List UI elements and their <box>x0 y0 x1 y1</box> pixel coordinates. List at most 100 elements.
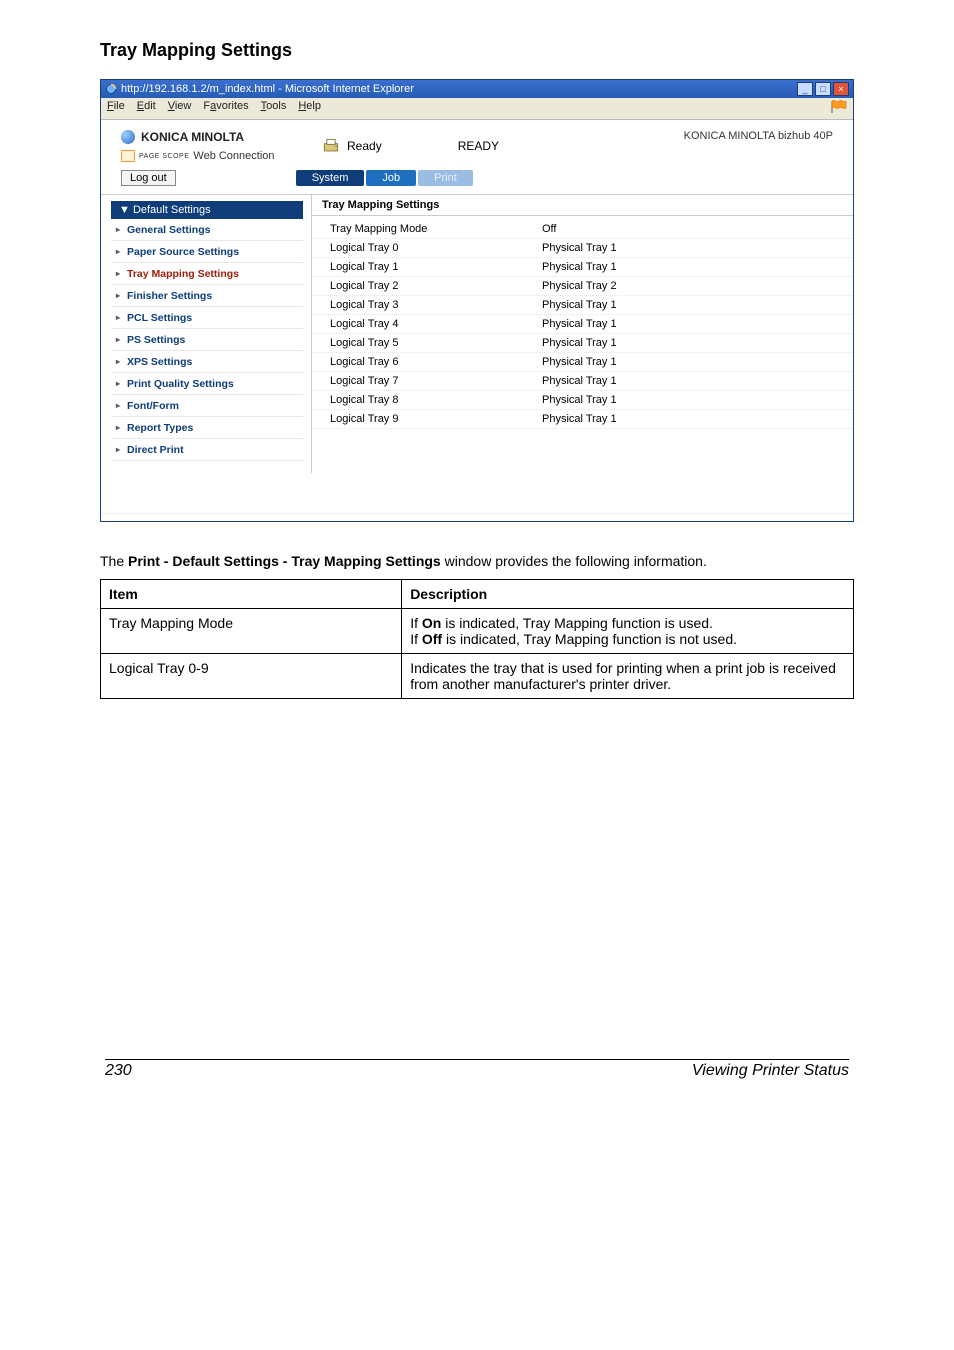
browser-menubar: File Edit View Favorites Tools Help <box>101 98 853 120</box>
text: is indicated, Tray Mapping function is n… <box>442 631 737 647</box>
menu-tools[interactable]: Tools <box>261 100 287 117</box>
brand: KONICA MINOLTA <box>121 130 321 144</box>
row-val: Physical Tray 1 <box>542 242 853 254</box>
row-val: Physical Tray 1 <box>542 318 853 330</box>
section-heading: Tray Mapping Settings <box>100 40 854 61</box>
menu-favorites[interactable]: Favorites <box>203 100 248 117</box>
row-val: Physical Tray 1 <box>542 394 853 406</box>
menu-edit[interactable]: Edit <box>137 100 156 117</box>
menu-view[interactable]: View <box>168 100 192 117</box>
blurb-bold: Print - Default Settings - Tray Mapping … <box>128 553 441 569</box>
row-key: Logical Tray 9 <box>312 413 542 425</box>
pagescope-icon <box>121 150 135 162</box>
tab-system[interactable]: System <box>296 170 365 186</box>
table-row: Logical Tray 7Physical Tray 1 <box>312 372 853 391</box>
row-key: Logical Tray 3 <box>312 299 542 311</box>
globe-icon <box>121 130 135 144</box>
sidebar-item-paper-source-settings[interactable]: Paper Source Settings <box>111 241 303 263</box>
table-row: Logical Tray 0Physical Tray 1 <box>312 239 853 258</box>
row-key: Logical Tray 4 <box>312 318 542 330</box>
sidebar-item-xps-settings[interactable]: XPS Settings <box>111 351 303 373</box>
page-footer: 230 Viewing Printer Status <box>105 1059 849 1080</box>
info-item: Tray Mapping Mode <box>101 608 402 653</box>
row-key: Logical Tray 1 <box>312 261 542 273</box>
table-row: Logical Tray 8Physical Tray 1 <box>312 391 853 410</box>
text: If <box>410 631 422 647</box>
menu-file[interactable]: File <box>107 100 125 117</box>
window-minimize-button[interactable]: _ <box>797 82 813 96</box>
table-row: Logical Tray 3Physical Tray 1 <box>312 296 853 315</box>
tab-job[interactable]: Job <box>366 170 416 186</box>
row-val: Physical Tray 2 <box>542 280 853 292</box>
pagescope-text: Web Connection <box>193 150 274 162</box>
status-icon-label: Ready <box>347 139 382 153</box>
sidebar-item-report-types[interactable]: Report Types <box>111 417 303 439</box>
info-desc: If On is indicated, Tray Mapping functio… <box>402 608 854 653</box>
sidebar-item-print-quality-settings[interactable]: Print Quality Settings <box>111 373 303 395</box>
printer-icon <box>321 134 341 158</box>
sidebar-item-finisher-settings[interactable]: Finisher Settings <box>111 285 303 307</box>
menu-help[interactable]: Help <box>298 100 321 117</box>
row-val: Physical Tray 1 <box>542 375 853 387</box>
page-number: 230 <box>105 1062 132 1080</box>
row-val: Physical Tray 1 <box>542 299 853 311</box>
sidebar-item-font-form[interactable]: Font/Form <box>111 395 303 417</box>
info-table: Item Description Tray Mapping Mode If On… <box>100 579 854 699</box>
printer-status: Ready READY <box>321 130 499 162</box>
row-val: Physical Tray 1 <box>542 337 853 349</box>
row-key: Logical Tray 0 <box>312 242 542 254</box>
brand-label: KONICA MINOLTA <box>141 130 244 144</box>
info-desc: Indicates the tray that is used for prin… <box>402 653 854 698</box>
row-val: Physical Tray 1 <box>542 356 853 368</box>
main-tabs: System Job Print <box>296 170 473 186</box>
table-row: Logical Tray 0-9 Indicates the tray that… <box>101 653 854 698</box>
row-val: Off <box>542 223 853 235</box>
blurb-post: window provides the following informatio… <box>441 553 707 569</box>
sidebar-item-direct-print[interactable]: Direct Print <box>111 439 303 461</box>
description-paragraph: The Print - Default Settings - Tray Mapp… <box>100 552 854 571</box>
sidebar-heading[interactable]: ▼ Default Settings <box>111 201 303 219</box>
row-key: Logical Tray 6 <box>312 356 542 368</box>
browser-window: http://192.168.1.2/m_index.html - Micros… <box>100 79 854 522</box>
info-th-description: Description <box>402 579 854 608</box>
window-title: http://192.168.1.2/m_index.html - Micros… <box>121 83 797 95</box>
window-maximize-button[interactable]: □ <box>815 82 831 96</box>
row-key: Logical Tray 5 <box>312 337 542 349</box>
text-bold: On <box>422 615 441 631</box>
ie-icon <box>105 83 117 95</box>
panel-title: Tray Mapping Settings <box>312 195 853 216</box>
row-val: Physical Tray 1 <box>542 261 853 273</box>
pagescope-prefix: PAGE SCOPE <box>139 153 189 160</box>
table-row: Tray Mapping ModeOff <box>312 220 853 239</box>
row-key: Logical Tray 2 <box>312 280 542 292</box>
table-row: Logical Tray 9Physical Tray 1 <box>312 410 853 429</box>
footer-title: Viewing Printer Status <box>692 1062 849 1080</box>
status-text: READY <box>458 139 499 153</box>
table-row: Logical Tray 1Physical Tray 1 <box>312 258 853 277</box>
tab-print[interactable]: Print <box>418 170 473 186</box>
table-row: Logical Tray 6Physical Tray 1 <box>312 353 853 372</box>
table-row: Logical Tray 2Physical Tray 2 <box>312 277 853 296</box>
info-th-item: Item <box>101 579 402 608</box>
sidebar-item-general-settings[interactable]: General Settings <box>111 219 303 241</box>
row-key: Logical Tray 8 <box>312 394 542 406</box>
sidebar-item-tray-mapping-settings[interactable]: Tray Mapping Settings <box>111 263 303 285</box>
pagescope-label: PAGE SCOPE Web Connection <box>121 150 321 162</box>
table-row: Logical Tray 5Physical Tray 1 <box>312 334 853 353</box>
sidebar-item-pcl-settings[interactable]: PCL Settings <box>111 307 303 329</box>
sidebar: ▼ Default Settings General Settings Pape… <box>101 195 311 473</box>
sidebar-item-ps-settings[interactable]: PS Settings <box>111 329 303 351</box>
device-model: KONICA MINOLTA bizhub 40P <box>684 130 833 162</box>
text: If <box>410 615 422 631</box>
window-titlebar: http://192.168.1.2/m_index.html - Micros… <box>101 80 853 98</box>
table-row: Tray Mapping Mode If On is indicated, Tr… <box>101 608 854 653</box>
blurb-pre: The <box>100 553 128 569</box>
text-bold: Off <box>422 631 442 647</box>
logout-button[interactable]: Log out <box>121 170 176 186</box>
table-row: Logical Tray 4Physical Tray 1 <box>312 315 853 334</box>
ie-flag-icon <box>831 100 847 117</box>
info-item: Logical Tray 0-9 <box>101 653 402 698</box>
main-panel: Tray Mapping Settings Tray Mapping ModeO… <box>311 195 853 473</box>
page-content: KONICA MINOLTA PAGE SCOPE Web Connection… <box>101 120 853 513</box>
window-close-button[interactable]: × <box>833 82 849 96</box>
